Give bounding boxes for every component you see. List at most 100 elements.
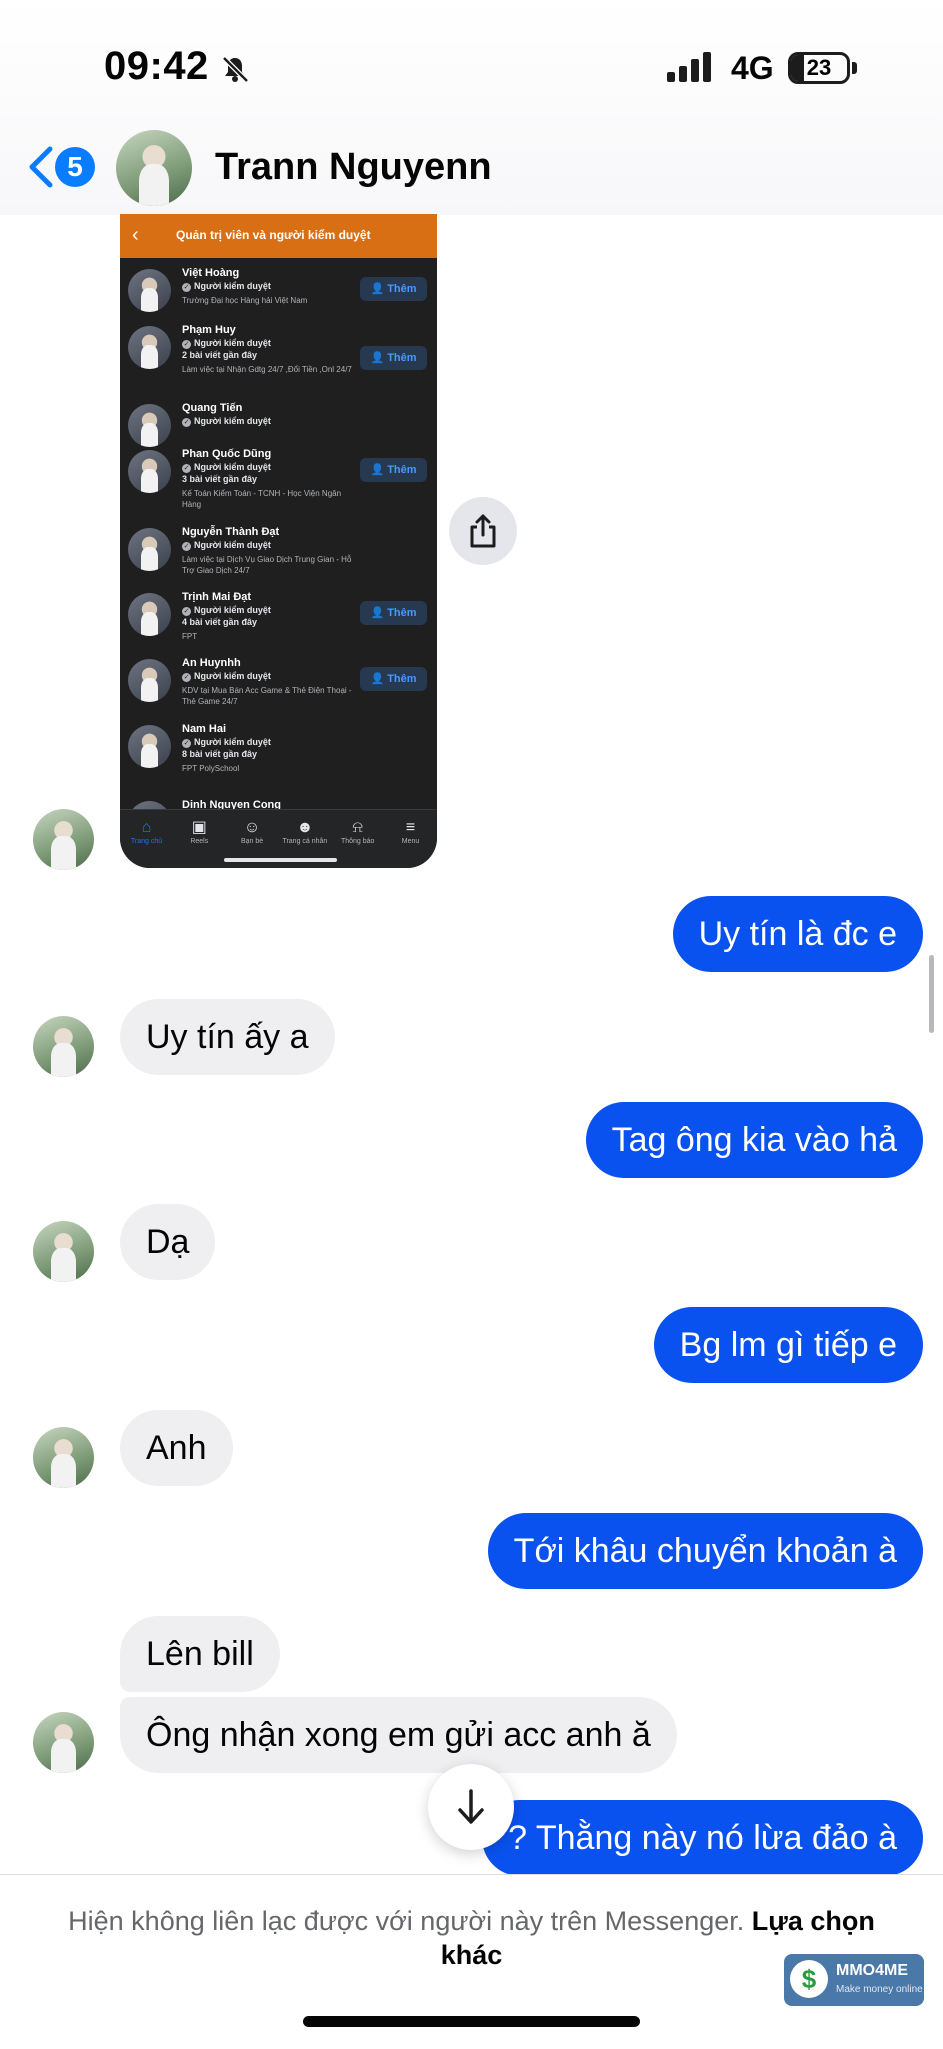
sent-message[interactable]: Tag ông kia vào hả — [585, 1102, 923, 1178]
unavailable-notice: Hiện không liên lạc được với người này t… — [60, 1904, 883, 1972]
member-name: Trịnh Mai Đạt — [182, 591, 252, 603]
sent-message[interactable]: Uy tín là đc e — [672, 896, 923, 972]
member-row: Phan Quốc Dũng Người kiểm duyệt3 bài viết… — [120, 448, 437, 509]
unread-badge[interactable]: 5 — [55, 147, 95, 187]
add-friend-label: Thêm — [387, 464, 417, 476]
member-avatar — [128, 404, 171, 447]
nav-label: Trang cá nhân — [282, 838, 328, 845]
member-row: Trịnh Mai Đạt Người kiểm duyệt4 bài viết … — [120, 591, 437, 651]
sent-message[interactable]: Tới khâu chuyển khoản à — [487, 1513, 923, 1589]
screenshot-nav-item: ⌂ Trang chủ — [120, 818, 173, 845]
received-message[interactable]: Dạ — [120, 1204, 216, 1280]
scroll-to-bottom-button[interactable] — [428, 1764, 514, 1850]
sender-avatar[interactable] — [33, 1016, 94, 1077]
member-name: Phạm Huy — [182, 324, 236, 336]
member-avatar — [128, 450, 171, 493]
nav-label: Trang chủ — [130, 838, 163, 845]
nav-glyph-icon: ▣ — [191, 819, 207, 836]
sent-message[interactable]: Bg lm gì tiếp e — [653, 1307, 923, 1383]
add-friend-button: 👤 Thêm — [360, 601, 427, 625]
add-friend-button: 👤 Thêm — [360, 667, 427, 691]
notice-text: Hiện không liên lạc được với người này t… — [68, 1906, 745, 1936]
share-button[interactable] — [449, 497, 517, 565]
nav-glyph-icon: ⍾ — [352, 819, 363, 836]
screenshot-nav-item: ≡ Menu — [384, 818, 437, 845]
member-name: Việt Hoàng — [182, 267, 240, 279]
member-name: Nguyễn Thành Đạt — [182, 526, 280, 538]
contact-name[interactable]: Trann Nguyenn — [215, 146, 492, 189]
sender-avatar[interactable] — [33, 809, 94, 870]
nav-label: Menu — [401, 838, 420, 845]
screenshot-nav-item: ⍾ Thông báo — [331, 818, 384, 845]
received-message[interactable]: Lên bill — [120, 1616, 280, 1692]
member-role: Người kiểm duyệt — [182, 462, 271, 473]
status-time: 09:42 — [104, 44, 209, 88]
member-detail: Làm việc tại Dịch Vụ Giao Dịch Trung Gia… — [182, 555, 352, 575]
member-detail: Trường Đại học Hàng hải Việt Nam — [182, 296, 308, 305]
member-name: Quang Tiến — [182, 402, 243, 414]
home-indicator[interactable] — [303, 2016, 640, 2027]
member-avatar — [128, 593, 171, 636]
nav-glyph-icon: ☻ — [296, 819, 314, 836]
sender-avatar[interactable] — [33, 1712, 94, 1773]
share-icon — [470, 514, 496, 548]
member-row: Nam Hai Người kiểm duyệt8 bài viết gần đâ… — [120, 723, 437, 783]
member-avatar — [128, 528, 171, 571]
member-row: Việt Hoàng Người kiểm duyệt Trường Đại học… — [120, 267, 437, 327]
scrollbar-thumb[interactable] — [929, 955, 934, 1033]
member-row: An Huynhh Người kiểm duyệt KDV tại Mua Bán… — [120, 657, 437, 717]
add-friend-label: Thêm — [387, 283, 417, 295]
add-friend-button: 👤 Thêm — [360, 346, 427, 370]
received-message[interactable]: Ông nhận xong em gửi acc anh ă — [120, 1697, 677, 1773]
member-posts: 4 bài viết gần đây — [182, 617, 258, 627]
received-message[interactable]: Anh — [120, 1410, 233, 1486]
watermark-tagline: Make money online — [836, 1984, 923, 1995]
nav-glyph-icon: ⌂ — [141, 819, 152, 836]
sent-message[interactable]: ? Thằng này nó lừa đảo à — [482, 1800, 923, 1876]
dollar-coin-icon: $ — [790, 1960, 828, 1998]
battery-tip — [852, 62, 857, 74]
member-detail: Kế Toán Kiểm Toán - TCNH - Học Viện Ngân… — [182, 489, 342, 509]
contact-avatar[interactable] — [116, 130, 192, 206]
member-detail: KDV tại Mua Bán Acc Game & Thẻ Điện Thoạ… — [182, 686, 352, 706]
screenshot-nav-item: ☻ Trang cá nhân — [278, 818, 331, 845]
member-name: An Huynhh — [182, 657, 241, 669]
sender-avatar[interactable] — [33, 1427, 94, 1488]
sender-avatar[interactable] — [33, 1221, 94, 1282]
member-role: Người kiểm duyệt — [182, 281, 271, 292]
signal-icon — [667, 52, 711, 82]
add-friend-label: Thêm — [387, 673, 417, 685]
member-detail: FPT PolySchool — [182, 764, 240, 773]
add-friend-button: 👤 Thêm — [360, 458, 427, 482]
shared-screenshot[interactable]: ‹ Quản trị viên và người kiểm duyệt Việt… — [120, 214, 437, 868]
screenshot-nav-bar: ⌂ Trang chủ ▣ Reels ☺ Bạn bè ☻ Trang cá nhân ⍾ Th… — [120, 809, 437, 868]
add-friend-label: Thêm — [387, 607, 417, 619]
screenshot-home-indicator — [224, 858, 337, 862]
nav-label: Thông báo — [340, 838, 375, 845]
member-posts: 3 bài viết gần đây — [182, 474, 258, 484]
member-role: Người kiểm duyệt — [182, 540, 271, 551]
nav-glyph-icon: ☺ — [243, 819, 261, 836]
screenshot-nav-item: ▣ Reels — [173, 818, 226, 845]
network-label: 4G — [731, 50, 774, 86]
nav-glyph-icon: ≡ — [405, 819, 416, 836]
battery-icon: 23 — [788, 52, 850, 84]
member-avatar — [128, 326, 171, 369]
back-chevron-icon[interactable] — [26, 145, 56, 189]
screenshot-back-icon: ‹ — [132, 224, 139, 246]
member-detail: FPT — [182, 632, 198, 641]
member-role: Người kiểm duyệt — [182, 737, 271, 748]
watermark-logo: $ MMO4ME Make money online — [784, 1954, 924, 2006]
nav-label: Bạn bè — [241, 838, 264, 845]
bell-muted-icon — [222, 56, 249, 83]
add-friend-label: Thêm — [387, 352, 417, 364]
battery-level: 23 — [806, 55, 832, 80]
watermark-name: MMO4ME — [836, 1962, 908, 1979]
member-posts: 8 bài viết gần đây — [182, 749, 258, 759]
received-message[interactable]: Uy tín ấy a — [120, 999, 335, 1075]
add-friend-button: 👤 Thêm — [360, 277, 427, 301]
member-role: Người kiểm duyệt — [182, 671, 271, 682]
screenshot-nav-item: ☺ Bạn bè — [226, 818, 279, 845]
member-avatar — [128, 269, 171, 312]
member-posts: 2 bài viết gần đây — [182, 350, 258, 360]
